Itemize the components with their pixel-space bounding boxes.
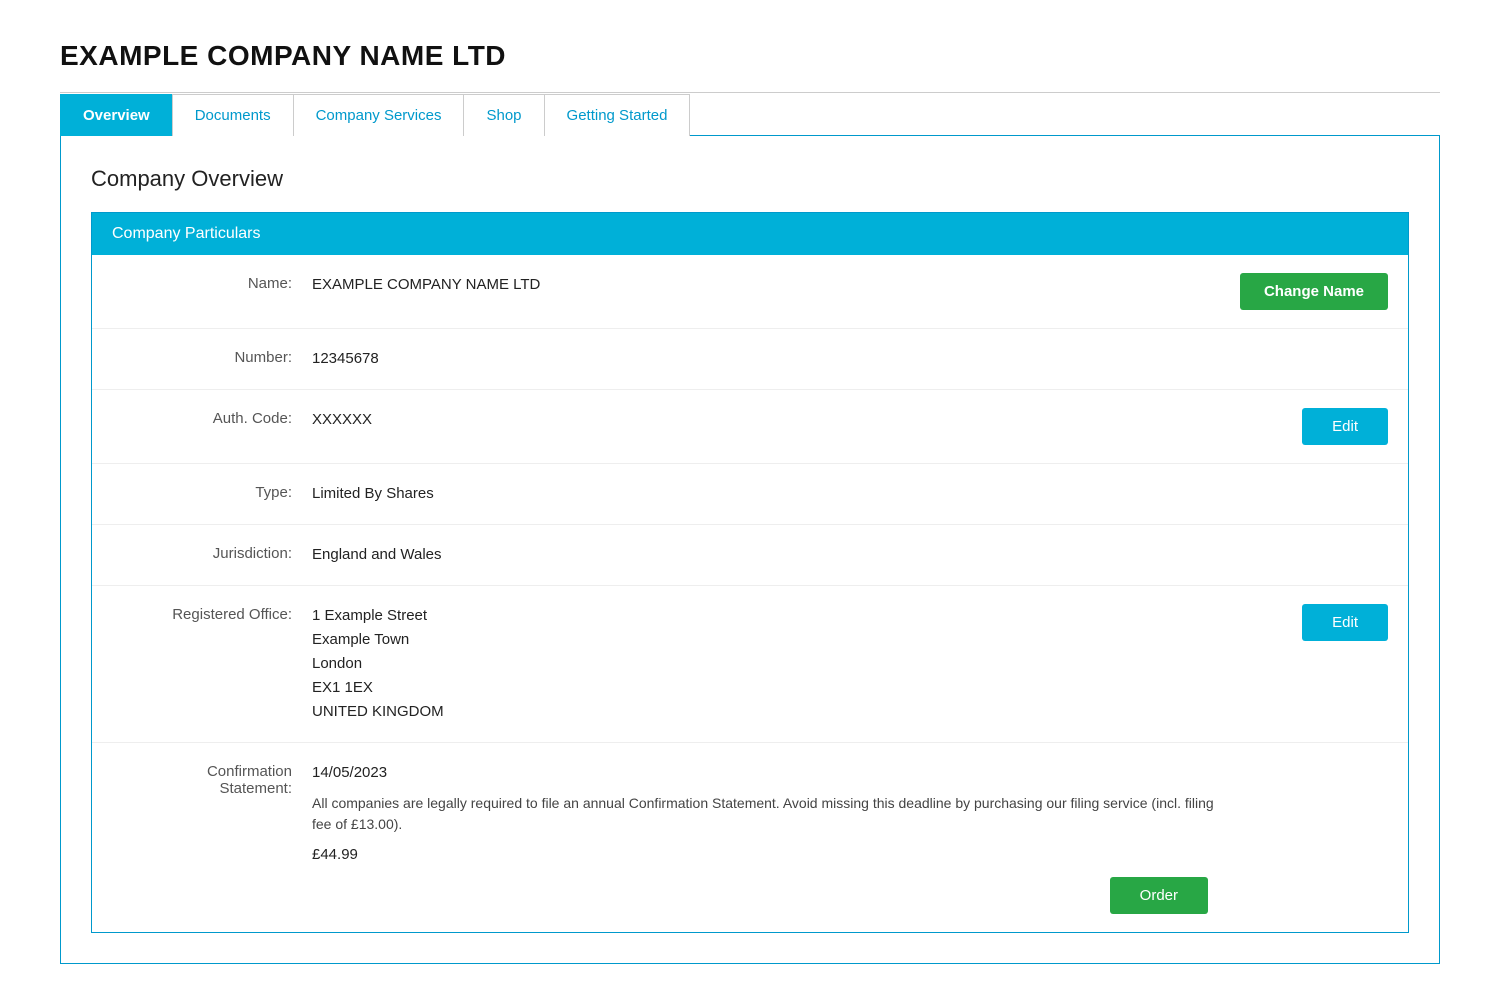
confirmation-note: All companies are legally required to fi… (312, 793, 1228, 835)
registered-office-value: 1 Example Street Example Town London EX1… (312, 604, 1228, 724)
jurisdiction-value: England and Wales (312, 543, 1228, 567)
tab-shop[interactable]: Shop (463, 94, 544, 136)
type-row: Type: Limited By Shares (92, 464, 1408, 525)
particulars-card: Company Particulars Name: EXAMPLE COMPAN… (91, 212, 1409, 933)
jurisdiction-label: Jurisdiction: (112, 543, 312, 562)
tab-getting-started[interactable]: Getting Started (544, 94, 691, 136)
company-title: EXAMPLE COMPANY NAME LTD (60, 40, 1440, 72)
number-value: 12345678 (312, 347, 1228, 371)
confirmation-date: 14/05/2023 (312, 761, 1228, 785)
confirmation-price: £44.99 (312, 843, 1228, 867)
section-title: Company Overview (91, 166, 1409, 192)
confirmation-statement-row: Confirmation Statement: 14/05/2023 All c… (92, 743, 1408, 932)
tab-overview[interactable]: Overview (60, 94, 173, 136)
auth-code-edit-button[interactable]: Edit (1302, 408, 1388, 445)
tab-documents[interactable]: Documents (172, 94, 294, 136)
type-label: Type: (112, 482, 312, 501)
registered-office-edit-button[interactable]: Edit (1302, 604, 1388, 641)
auth-code-value: XXXXXX (312, 408, 1228, 432)
type-value: Limited By Shares (312, 482, 1228, 506)
particulars-body: Name: EXAMPLE COMPANY NAME LTD Change Na… (92, 255, 1408, 932)
registered-office-action: Edit (1228, 604, 1388, 641)
content-area: Company Overview Company Particulars Nam… (60, 135, 1440, 964)
auth-code-row: Auth. Code: XXXXXX Edit (92, 390, 1408, 464)
auth-code-label: Auth. Code: (112, 408, 312, 427)
auth-code-action: Edit (1228, 408, 1388, 445)
tab-company-services[interactable]: Company Services (293, 94, 465, 136)
name-row: Name: EXAMPLE COMPANY NAME LTD Change Na… (92, 255, 1408, 329)
order-button[interactable]: Order (1110, 877, 1208, 914)
name-value: EXAMPLE COMPANY NAME LTD (312, 273, 1220, 297)
particulars-header: Company Particulars (92, 213, 1408, 255)
registered-office-row: Registered Office: 1 Example Street Exam… (92, 586, 1408, 743)
registered-office-label: Registered Office: (112, 604, 312, 623)
number-label: Number: (112, 347, 312, 366)
confirmation-statement-label: Confirmation Statement: (112, 761, 312, 797)
name-action: Change Name (1220, 273, 1388, 310)
number-row: Number: 12345678 (92, 329, 1408, 390)
jurisdiction-row: Jurisdiction: England and Wales (92, 525, 1408, 586)
name-label: Name: (112, 273, 312, 292)
confirmation-statement-value: 14/05/2023 All companies are legally req… (312, 761, 1228, 914)
tabs-nav: Overview Documents Company Services Shop… (60, 93, 1440, 135)
change-name-button[interactable]: Change Name (1240, 273, 1388, 310)
